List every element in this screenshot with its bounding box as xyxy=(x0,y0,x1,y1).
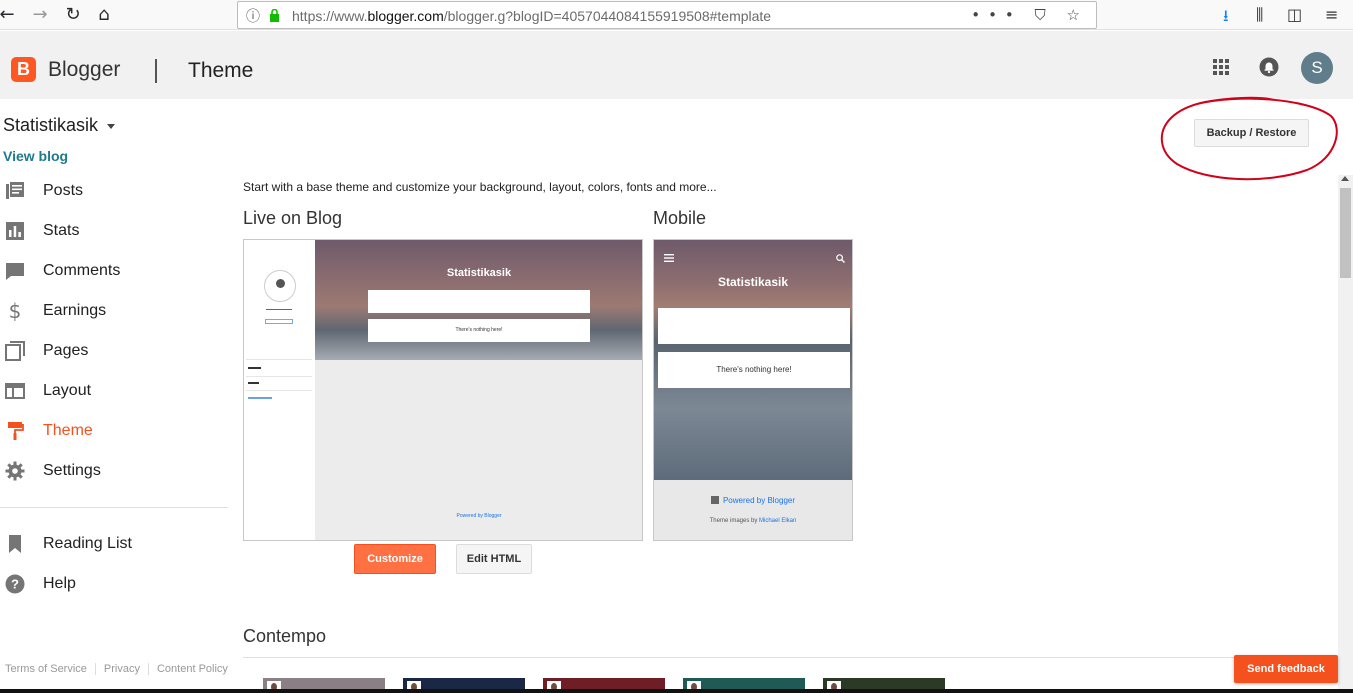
mobile-theme-preview[interactable]: Statistikasik There's nothing here! Powe… xyxy=(653,239,853,541)
menu-icon[interactable]: ≡ xyxy=(1325,5,1338,24)
preview-divider xyxy=(246,359,312,360)
help-icon: ? xyxy=(5,574,25,594)
download-icon[interactable]: ⭳ xyxy=(1223,5,1229,32)
url-text: https://www.blogger.com/blogger.g?blogID… xyxy=(292,8,772,24)
library-icon[interactable]: ⫼ xyxy=(1256,5,1263,25)
preview-text-line xyxy=(266,309,292,310)
sidebar-divider xyxy=(0,507,228,508)
sidebar: Statistikasik View blog Posts Stats Comm… xyxy=(0,100,228,693)
sidebar-item-settings[interactable]: Settings xyxy=(0,454,228,488)
brand-name[interactable]: Blogger xyxy=(48,58,120,82)
preview-card-empty: There's nothing here! xyxy=(368,319,590,342)
posts-icon xyxy=(6,182,24,199)
preview-profile-button xyxy=(265,319,293,324)
edit-html-button[interactable]: Edit HTML xyxy=(456,544,532,574)
stats-icon xyxy=(6,222,24,240)
preview-sidebar xyxy=(244,240,315,540)
preview-card-empty: There's nothing here! xyxy=(658,352,850,388)
preview-card xyxy=(658,308,850,344)
pages-icon xyxy=(5,341,25,361)
sidebar-item-label: Reading List xyxy=(43,535,132,552)
sidebar-item-label: Posts xyxy=(43,182,84,199)
sidebar-item-label: Stats xyxy=(43,222,80,239)
app-header: Blogger Theme S xyxy=(0,31,1353,99)
blogger-logo-icon[interactable] xyxy=(11,57,36,82)
browser-toolbar: ← → ↻ ⌂ ⓘ https://www.blogger.com/blogge… xyxy=(0,0,1353,30)
red-annotation-circle xyxy=(1161,96,1338,181)
scroll-up-arrow-icon[interactable] xyxy=(1341,176,1349,181)
blog-selector[interactable]: Statistikasik xyxy=(3,115,116,136)
preview-profile-icon xyxy=(264,270,296,302)
sidebar-item-earnings[interactable]: $ Earnings xyxy=(0,294,228,328)
preview-text-line xyxy=(248,382,259,384)
send-feedback-button[interactable]: Send feedback xyxy=(1234,655,1338,683)
search-icon xyxy=(836,254,845,263)
sidebar-item-label: Pages xyxy=(43,342,89,359)
terms-link[interactable]: Terms of Service xyxy=(0,663,96,675)
blogger-small-icon xyxy=(710,496,719,504)
preview-powered-by: Powered by Blogger xyxy=(456,513,502,519)
dollar-icon: $ xyxy=(8,299,22,323)
dropdown-caret-icon xyxy=(107,123,116,129)
view-blog-link[interactable]: View blog xyxy=(3,148,68,164)
page-title: Theme xyxy=(188,59,254,82)
back-icon[interactable]: ← xyxy=(0,4,18,26)
comments-icon xyxy=(6,263,24,280)
privacy-link[interactable]: Privacy xyxy=(95,663,149,675)
scrollbar-thumb[interactable] xyxy=(1340,188,1351,278)
preview-theme-credit: Theme images by Michael Elkan xyxy=(709,518,797,524)
sidebar-toggle-icon[interactable]: ◫ xyxy=(1287,5,1302,24)
paint-roller-icon xyxy=(8,422,24,440)
lock-icon xyxy=(270,9,279,22)
header-divider xyxy=(155,59,157,83)
customize-button[interactable]: Customize xyxy=(354,544,436,574)
main-content: Backup / Restore Start with a base theme… xyxy=(228,96,1338,693)
sidebar-item-stats[interactable]: Stats xyxy=(0,214,228,248)
address-bar[interactable]: ⓘ https://www.blogger.com/blogger.g?blog… xyxy=(237,1,1097,29)
sidebar-item-pages[interactable]: Pages xyxy=(0,334,228,368)
preview-card xyxy=(368,290,590,313)
apps-grid-icon[interactable] xyxy=(1213,59,1229,75)
gear-icon xyxy=(5,461,25,481)
mobile-heading: Mobile xyxy=(653,208,707,228)
preview-powered-by: Powered by Blogger xyxy=(654,496,852,505)
sidebar-item-reading-list[interactable]: Reading List xyxy=(0,527,228,561)
contempo-heading: Contempo xyxy=(243,626,327,646)
preview-blog-title: Statistikasik xyxy=(446,267,512,279)
layout-icon xyxy=(5,383,25,399)
content-policy-link[interactable]: Content Policy xyxy=(149,663,236,675)
notifications-bell-icon[interactable] xyxy=(1259,57,1279,77)
sidebar-item-label: Comments xyxy=(43,262,121,279)
sidebar-item-comments[interactable]: Comments xyxy=(0,254,228,288)
desktop-theme-preview[interactable]: Statistikasik There's nothing here! Powe… xyxy=(243,239,643,541)
forward-icon[interactable]: → xyxy=(29,4,51,26)
preview-divider xyxy=(246,390,312,391)
live-on-blog-heading: Live on Blog xyxy=(243,208,343,228)
preview-blog-title: Statistikasik xyxy=(717,275,789,289)
sidebar-item-posts[interactable]: Posts xyxy=(0,174,228,208)
taskbar-edge xyxy=(0,689,1353,693)
preview-text-line xyxy=(248,367,261,369)
sidebar-item-label: Theme xyxy=(43,422,93,439)
intro-text: Start with a base theme and customize yo… xyxy=(243,180,717,194)
sidebar-item-theme[interactable]: Theme xyxy=(0,414,228,448)
preview-divider xyxy=(246,376,312,377)
preview-text-line xyxy=(248,397,272,399)
account-avatar[interactable]: S xyxy=(1301,52,1333,84)
sidebar-item-help[interactable]: ? Help xyxy=(0,567,228,601)
info-icon[interactable]: ⓘ xyxy=(246,6,260,26)
sidebar-item-label: Layout xyxy=(43,382,92,399)
bookmark-icon xyxy=(9,535,21,553)
sidebar-item-label: Help xyxy=(43,575,76,592)
section-divider xyxy=(243,657,1335,658)
sidebar-item-label: Settings xyxy=(43,462,101,479)
svg-text:?: ? xyxy=(11,577,19,592)
reload-icon[interactable]: ↻ xyxy=(62,4,84,26)
hamburger-icon xyxy=(664,254,674,262)
page-actions-icons[interactable]: ••• ⛉ ☆ xyxy=(971,6,1088,24)
footer-links: Terms of Service Privacy Content Policy xyxy=(0,663,236,675)
sidebar-item-layout[interactable]: Layout xyxy=(0,374,228,408)
sidebar-item-label: Earnings xyxy=(43,302,107,319)
home-icon[interactable]: ⌂ xyxy=(93,4,115,26)
